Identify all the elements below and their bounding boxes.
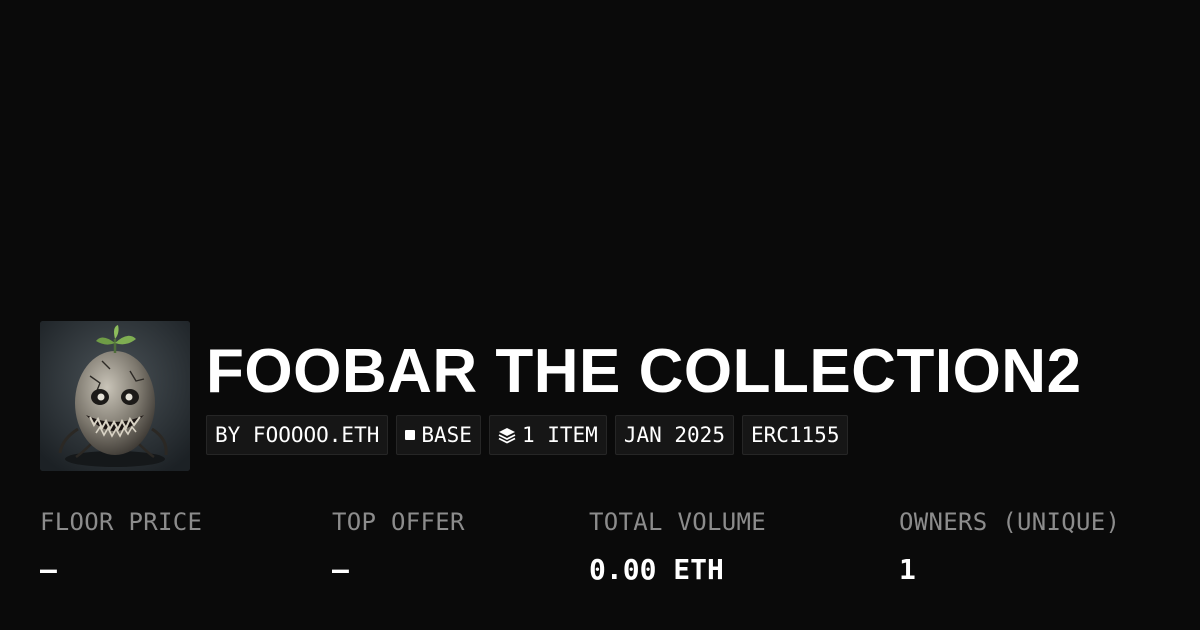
stat-label: OWNERS (UNIQUE) xyxy=(899,508,1121,536)
date-tag: JAN 2025 xyxy=(614,415,734,455)
stat-floor-price: FLOOR PRICE — xyxy=(40,505,202,587)
egg-monster-image xyxy=(40,321,190,471)
chain-tag[interactable]: BASE xyxy=(396,415,481,455)
collection-card: FOOBAR THE COLLECTION2 BY FOOOOO.ETH BAS… xyxy=(0,0,1200,630)
stat-value: 0.00 ETH xyxy=(589,553,724,586)
date-label: JAN 2025 xyxy=(623,423,725,447)
layers-icon xyxy=(498,428,516,444)
items-tag[interactable]: 1 ITEM xyxy=(488,415,607,455)
stat-label: TOTAL VOLUME xyxy=(589,508,766,536)
stat-value: — xyxy=(40,553,57,586)
stat-owners: OWNERS (UNIQUE) 1 xyxy=(899,505,1120,587)
stat-top-offer: TOP OFFER — xyxy=(332,505,465,587)
collection-avatar[interactable] xyxy=(40,321,190,471)
collection-stats: FLOOR PRICE — TOP OFFER — TOTAL VOLUME 0… xyxy=(0,505,1200,605)
stat-value: 1 xyxy=(899,553,916,586)
stat-value: — xyxy=(332,553,349,586)
creator-label: BY FOOOOO.ETH xyxy=(215,423,380,447)
collection-tags: BY FOOOOO.ETH BASE 1 ITEM JAN 2025 ERC11… xyxy=(206,415,849,455)
stat-label: FLOOR PRICE xyxy=(40,508,203,536)
standard-tag: ERC1155 xyxy=(741,415,849,455)
stat-label: TOP OFFER xyxy=(332,508,465,536)
stat-total-volume: TOTAL VOLUME 0.00 ETH xyxy=(589,505,766,587)
chain-label: BASE xyxy=(421,423,472,447)
items-label: 1 ITEM xyxy=(521,423,598,447)
creator-tag[interactable]: BY FOOOOO.ETH xyxy=(206,415,389,455)
standard-label: ERC1155 xyxy=(750,423,840,447)
collection-title: FOOBAR THE COLLECTION2 xyxy=(206,337,1082,406)
square-icon xyxy=(405,430,416,440)
